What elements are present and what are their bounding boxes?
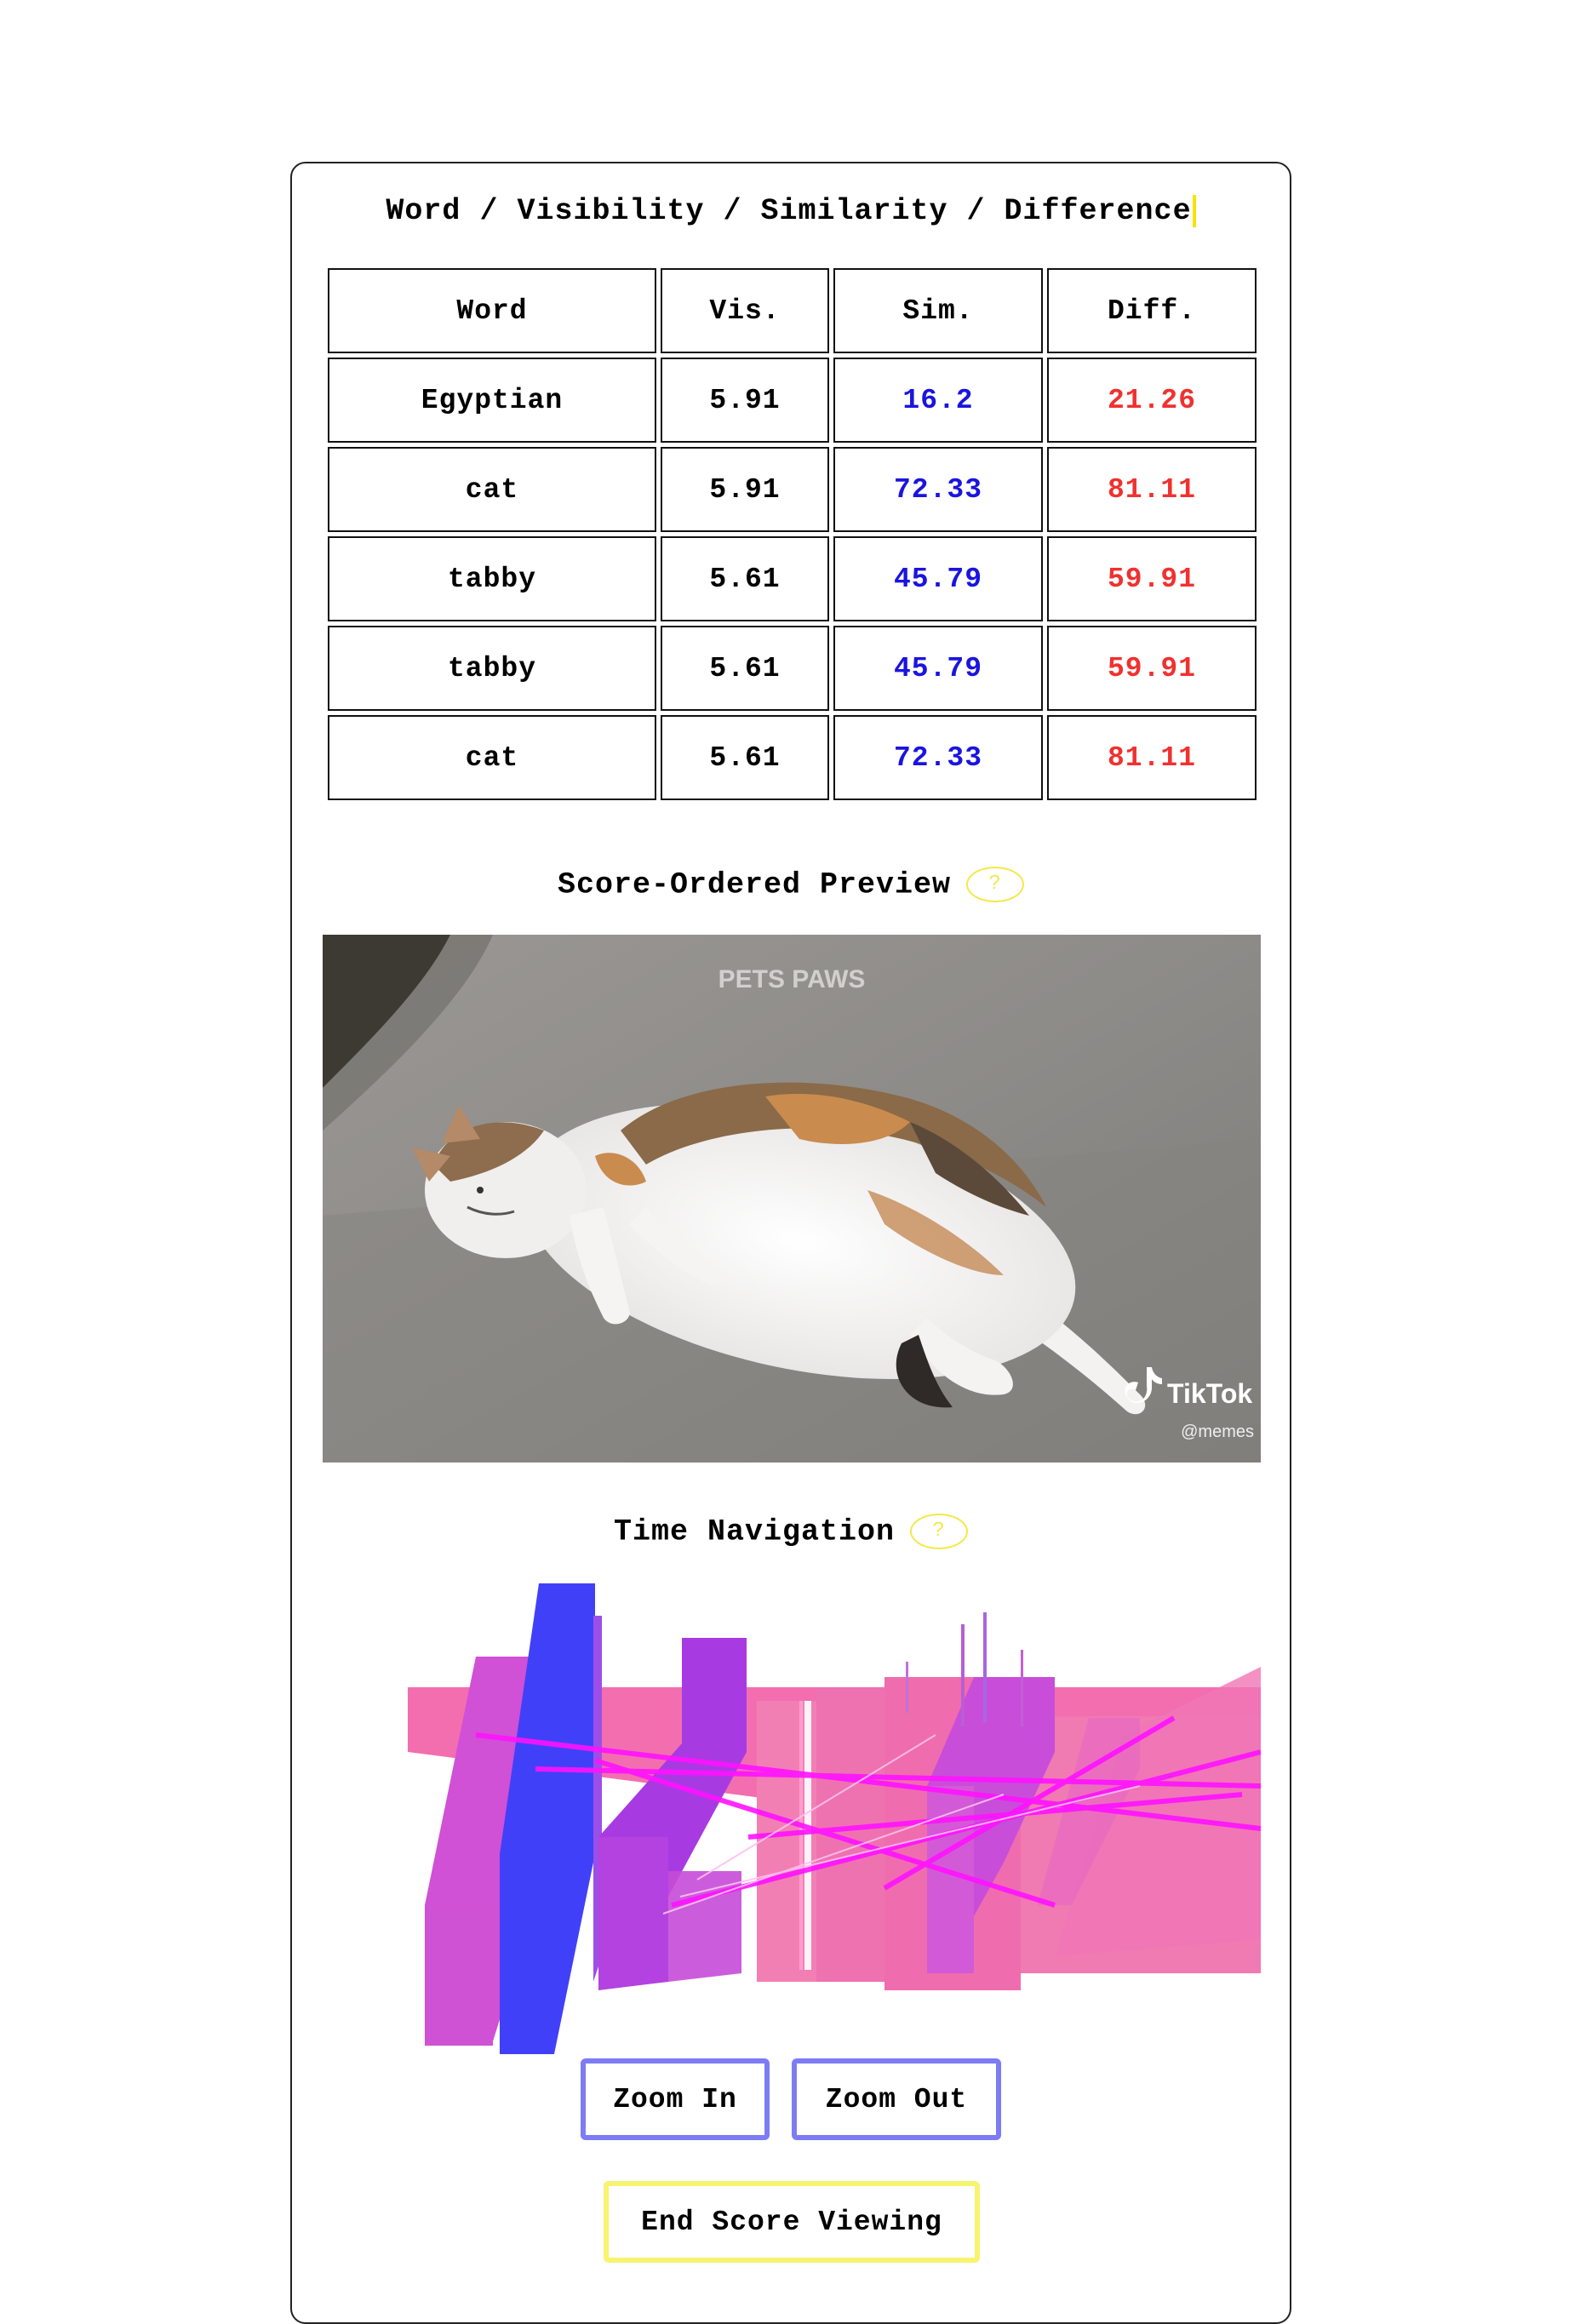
tiktok-brand-text: TikTok	[1167, 1378, 1252, 1409]
column-header-sim: Sim.	[833, 268, 1043, 353]
vis-cell: 5.91	[661, 447, 829, 532]
word-cell: cat	[328, 447, 656, 532]
column-header-word: Word	[328, 268, 656, 353]
word-cell: cat	[328, 715, 656, 800]
navigation-heading: Time Navigation?	[292, 1514, 1290, 1549]
sim-cell: 45.79	[833, 626, 1043, 711]
time-navigation-svg	[408, 1583, 1262, 2054]
diff-cell: 81.11	[1047, 715, 1257, 800]
word-cell: tabby	[328, 626, 656, 711]
zoom-out-button[interactable]: Zoom Out	[792, 2058, 1001, 2140]
table-row: Egyptian 5.91 16.2 21.26	[328, 358, 1257, 443]
sim-cell: 45.79	[833, 536, 1043, 621]
score-table: Word Vis. Sim. Diff. Egyptian 5.91 16.2 …	[323, 264, 1261, 804]
diff-cell: 59.91	[1047, 536, 1257, 621]
sim-cell: 72.33	[833, 447, 1043, 532]
cat-video-frame: PETS PAWS TikTok @memes	[323, 935, 1261, 1463]
score-panel: Word / Visibility / Similarity / Differe…	[290, 162, 1291, 2324]
sim-cell: 16.2	[833, 358, 1043, 443]
diff-cell: 59.91	[1047, 626, 1257, 711]
vis-cell: 5.91	[661, 358, 829, 443]
word-cell: tabby	[328, 536, 656, 621]
diff-cell: 21.26	[1047, 358, 1257, 443]
column-header-vis: Vis.	[661, 268, 829, 353]
vis-cell: 5.61	[661, 715, 829, 800]
zoom-in-button[interactable]: Zoom In	[581, 2058, 770, 2140]
navigation-heading-text: Time Navigation	[613, 1514, 896, 1549]
text-caret	[1192, 194, 1196, 227]
preview-heading: Score-Ordered Preview?	[292, 867, 1290, 902]
preview-help-icon[interactable]: ?	[966, 867, 1025, 902]
table-heading-text: Word / Visibility / Similarity / Differe…	[386, 194, 1192, 228]
table-header-row: Word Vis. Sim. Diff.	[328, 268, 1257, 353]
watermark-pets-paws: PETS PAWS	[718, 965, 866, 993]
sim-cell: 72.33	[833, 715, 1043, 800]
time-navigation-graph[interactable]	[408, 1582, 1262, 2067]
end-score-viewing-button[interactable]: End Score Viewing	[604, 2181, 980, 2263]
diff-cell: 81.11	[1047, 447, 1257, 532]
vis-cell: 5.61	[661, 626, 829, 711]
vis-cell: 5.61	[661, 536, 829, 621]
table-row: cat 5.91 72.33 81.11	[328, 447, 1257, 532]
video-preview[interactable]: PETS PAWS TikTok @memes	[323, 935, 1261, 1463]
tiktok-handle-text: @memes	[1181, 1422, 1254, 1441]
table-row: tabby 5.61 45.79 59.91	[328, 626, 1257, 711]
table-row: tabby 5.61 45.79 59.91	[328, 536, 1257, 621]
column-header-diff: Diff.	[1047, 268, 1257, 353]
word-cell: Egyptian	[328, 358, 656, 443]
navigation-help-icon[interactable]: ?	[910, 1514, 969, 1549]
preview-heading-text: Score-Ordered Preview	[557, 867, 952, 902]
table-heading: Word / Visibility / Similarity / Differe…	[292, 194, 1290, 228]
table-row: cat 5.61 72.33 81.11	[328, 715, 1257, 800]
